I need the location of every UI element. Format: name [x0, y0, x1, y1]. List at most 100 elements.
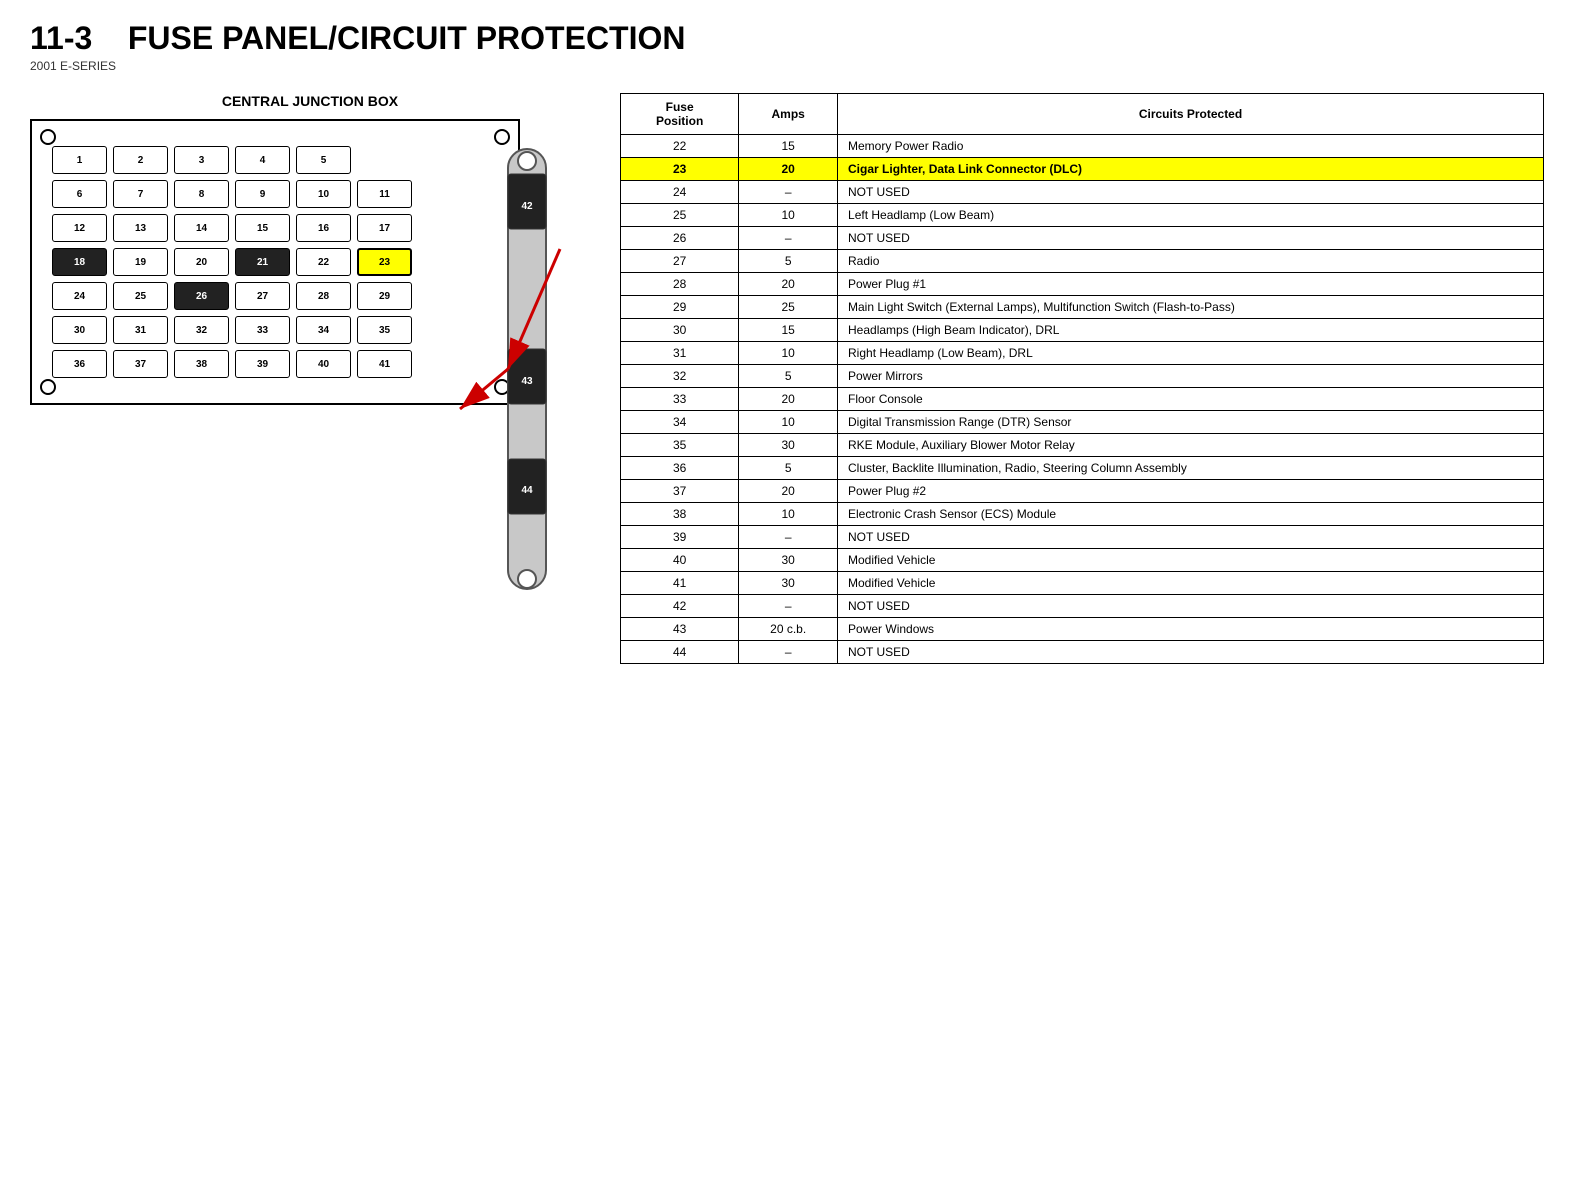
fuse-amps-cell: 10	[739, 342, 838, 365]
fuse-amps-cell: –	[739, 595, 838, 618]
fuse-15: 15	[235, 214, 290, 242]
fuse-circuit-cell: Main Light Switch (External Lamps), Mult…	[838, 296, 1544, 319]
fuse-circuit-cell: Power Mirrors	[838, 365, 1544, 388]
fuse-position-cell: 26	[621, 227, 739, 250]
col-header-position: FusePosition	[621, 94, 739, 135]
fuse-position-cell: 37	[621, 480, 739, 503]
table-row: 26–NOT USED	[621, 227, 1544, 250]
fuse-amps-cell: 15	[739, 135, 838, 158]
fuse-amps-cell: 5	[739, 250, 838, 273]
fuse-circuit-cell: Power Plug #2	[838, 480, 1544, 503]
fuse-position-cell: 23	[621, 158, 739, 181]
table-row: 4320 c.b.Power Windows	[621, 618, 1544, 641]
table-row: 365Cluster, Backlite Illumination, Radio…	[621, 457, 1544, 480]
right-panel: FusePosition Amps Circuits Protected 221…	[620, 93, 1544, 664]
fuse-19: 19	[113, 248, 168, 276]
table-row: 3410Digital Transmission Range (DTR) Sen…	[621, 411, 1544, 434]
fuse-3: 3	[174, 146, 229, 174]
fuse-circuit-cell: Floor Console	[838, 388, 1544, 411]
fuse-position-cell: 38	[621, 503, 739, 526]
fuse-position-cell: 25	[621, 204, 739, 227]
fuse-row-7: 36 37 38 39 40 41	[52, 350, 498, 378]
fuse-amps-cell: 15	[739, 319, 838, 342]
junction-box: 1 2 3 4 5 6 7 8 9 10	[30, 119, 520, 405]
fuse-16: 16	[296, 214, 351, 242]
fuse-grid: 1 2 3 4 5 6 7 8 9 10	[47, 136, 503, 388]
fuse-8: 8	[174, 180, 229, 208]
table-row: 44–NOT USED	[621, 641, 1544, 664]
fuse-circuit-cell: NOT USED	[838, 181, 1544, 204]
fuse-6: 6	[52, 180, 107, 208]
fuse-circuit-cell: Cigar Lighter, Data Link Connector (DLC)	[838, 158, 1544, 181]
fuse-4: 4	[235, 146, 290, 174]
fuse-39: 39	[235, 350, 290, 378]
fuse-14: 14	[174, 214, 229, 242]
table-row: 3530RKE Module, Auxiliary Blower Motor R…	[621, 434, 1544, 457]
page-title: 11-3 FUSE PANEL/CIRCUIT PROTECTION	[30, 20, 1544, 57]
fuse-amps-cell: 30	[739, 434, 838, 457]
fuse-amps-cell: 20	[739, 158, 838, 181]
fuse-circuit-cell: NOT USED	[838, 227, 1544, 250]
fuse-amps-cell: 10	[739, 503, 838, 526]
table-row: 3810Electronic Crash Sensor (ECS) Module	[621, 503, 1544, 526]
fuse-35: 35	[357, 316, 412, 344]
fuse-9: 9	[235, 180, 290, 208]
fuse-30: 30	[52, 316, 107, 344]
table-row: 2925Main Light Switch (External Lamps), …	[621, 296, 1544, 319]
fuse-amps-cell: 25	[739, 296, 838, 319]
fuse-22: 22	[296, 248, 351, 276]
fuse-position-cell: 30	[621, 319, 739, 342]
corner-bl	[40, 379, 56, 395]
fuse-17: 17	[357, 214, 412, 242]
fuse-27: 27	[235, 282, 290, 310]
table-row: 3720Power Plug #2	[621, 480, 1544, 503]
fuse-amps-cell: 20	[739, 480, 838, 503]
fuse-amps-cell: 30	[739, 549, 838, 572]
fuse-10: 10	[296, 180, 351, 208]
fuse-40: 40	[296, 350, 351, 378]
fuse-circuit-cell: Digital Transmission Range (DTR) Sensor	[838, 411, 1544, 434]
fuse-row-4: 18 19 20 21 22 23	[52, 248, 498, 276]
fuse-21: 21	[235, 248, 290, 276]
fuse-2: 2	[113, 146, 168, 174]
fuse-amps-cell: –	[739, 641, 838, 664]
table-row: 2820Power Plug #1	[621, 273, 1544, 296]
fuse-position-cell: 27	[621, 250, 739, 273]
svg-text:44: 44	[521, 485, 533, 496]
fuse-circuit-cell: NOT USED	[838, 526, 1544, 549]
fuse-row-1: 1 2 3 4 5	[52, 146, 498, 174]
fuse-amps-cell: 20 c.b.	[739, 618, 838, 641]
corner-tr	[494, 129, 510, 145]
fuse-position-cell: 44	[621, 641, 739, 664]
page-container: 11-3 FUSE PANEL/CIRCUIT PROTECTION 2001 …	[0, 0, 1574, 684]
table-row: 2320Cigar Lighter, Data Link Connector (…	[621, 158, 1544, 181]
svg-text:42: 42	[521, 201, 533, 212]
fuse-position-cell: 22	[621, 135, 739, 158]
table-row: 42–NOT USED	[621, 595, 1544, 618]
fuse-circuit-cell: Radio	[838, 250, 1544, 273]
fuse-37: 37	[113, 350, 168, 378]
fuse-1: 1	[52, 146, 107, 174]
fuse-circuit-cell: Modified Vehicle	[838, 572, 1544, 595]
fuse-26: 26	[174, 282, 229, 310]
fuse-row-6: 30 31 32 33 34 35	[52, 316, 498, 344]
fuse-23: 23	[357, 248, 412, 276]
table-row: 3110Right Headlamp (Low Beam), DRL	[621, 342, 1544, 365]
fuse-29: 29	[357, 282, 412, 310]
fuse-amps-cell: –	[739, 526, 838, 549]
fuse-24: 24	[52, 282, 107, 310]
fuse-circuit-cell: RKE Module, Auxiliary Blower Motor Relay	[838, 434, 1544, 457]
fuse-41: 41	[357, 350, 412, 378]
col-header-circuits: Circuits Protected	[838, 94, 1544, 135]
table-row: 4030Modified Vehicle	[621, 549, 1544, 572]
fuse-amps-cell: 10	[739, 411, 838, 434]
fuse-position-cell: 41	[621, 572, 739, 595]
page-subtitle: 2001 E-SERIES	[30, 59, 1544, 73]
fuse-13: 13	[113, 214, 168, 242]
fuse-18: 18	[52, 248, 107, 276]
fuse-amps-cell: 10	[739, 204, 838, 227]
chapter-number: 11-3	[30, 20, 92, 56]
fuse-position-cell: 39	[621, 526, 739, 549]
table-row: 325Power Mirrors	[621, 365, 1544, 388]
table-row: 24–NOT USED	[621, 181, 1544, 204]
